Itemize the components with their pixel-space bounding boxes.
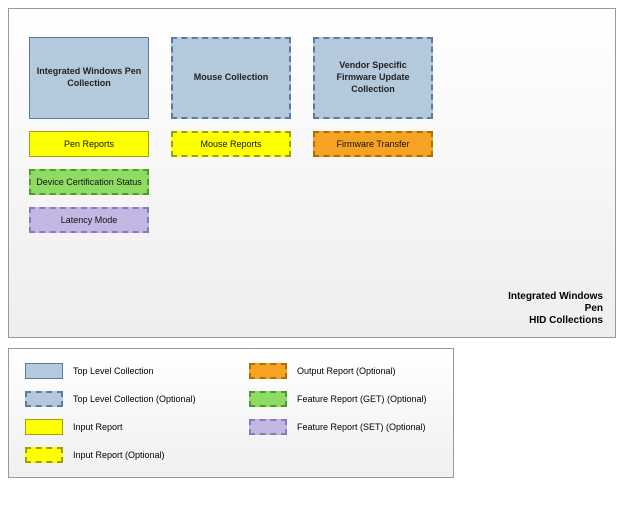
legend-input-report-optional: Input Report (Optional) xyxy=(73,450,243,460)
legend-top-level: Top Level Collection xyxy=(73,366,243,376)
pen-reports-box: Pen Reports xyxy=(29,131,149,157)
swatch-input-report xyxy=(25,419,63,435)
title-line-3: HID Collections xyxy=(508,315,603,327)
title-line-2: Pen xyxy=(508,303,603,315)
column-pen: Integrated Windows Pen Collection Pen Re… xyxy=(29,37,149,233)
diagram-panel: Integrated Windows Pen Collection Pen Re… xyxy=(8,8,616,338)
mouse-collection-box: Mouse Collection xyxy=(171,37,291,119)
title-line-1: Integrated Windows xyxy=(508,291,603,303)
vendor-firmware-collection-box: Vendor Specific Firmware Update Collecti… xyxy=(313,37,433,119)
swatch-top-level-optional xyxy=(25,391,63,407)
device-cert-box: Device Certification Status xyxy=(29,169,149,195)
pen-collection-box: Integrated Windows Pen Collection xyxy=(29,37,149,119)
legend-grid: Top Level Collection Output Report (Opti… xyxy=(25,363,437,463)
legend-input-report: Input Report xyxy=(73,422,243,432)
legend-feature-set: Feature Report (SET) (Optional) xyxy=(297,422,467,432)
swatch-feature-set xyxy=(249,419,287,435)
latency-mode-box: Latency Mode xyxy=(29,207,149,233)
legend-feature-get: Feature Report (GET) (Optional) xyxy=(297,394,467,404)
diagram-title: Integrated Windows Pen HID Collections xyxy=(508,291,603,327)
swatch-top-level xyxy=(25,363,63,379)
mouse-reports-box: Mouse Reports xyxy=(171,131,291,157)
legend-top-level-optional: Top Level Collection (Optional) xyxy=(73,394,243,404)
swatch-output-report xyxy=(249,363,287,379)
firmware-transfer-box: Firmware Transfer xyxy=(313,131,433,157)
column-vendor: Vendor Specific Firmware Update Collecti… xyxy=(313,37,433,157)
swatch-feature-get xyxy=(249,391,287,407)
column-mouse: Mouse Collection Mouse Reports xyxy=(171,37,291,157)
swatch-input-report-optional xyxy=(25,447,63,463)
legend-output-report: Output Report (Optional) xyxy=(297,366,467,376)
legend-panel: Top Level Collection Output Report (Opti… xyxy=(8,348,454,478)
columns-row: Integrated Windows Pen Collection Pen Re… xyxy=(29,37,595,233)
